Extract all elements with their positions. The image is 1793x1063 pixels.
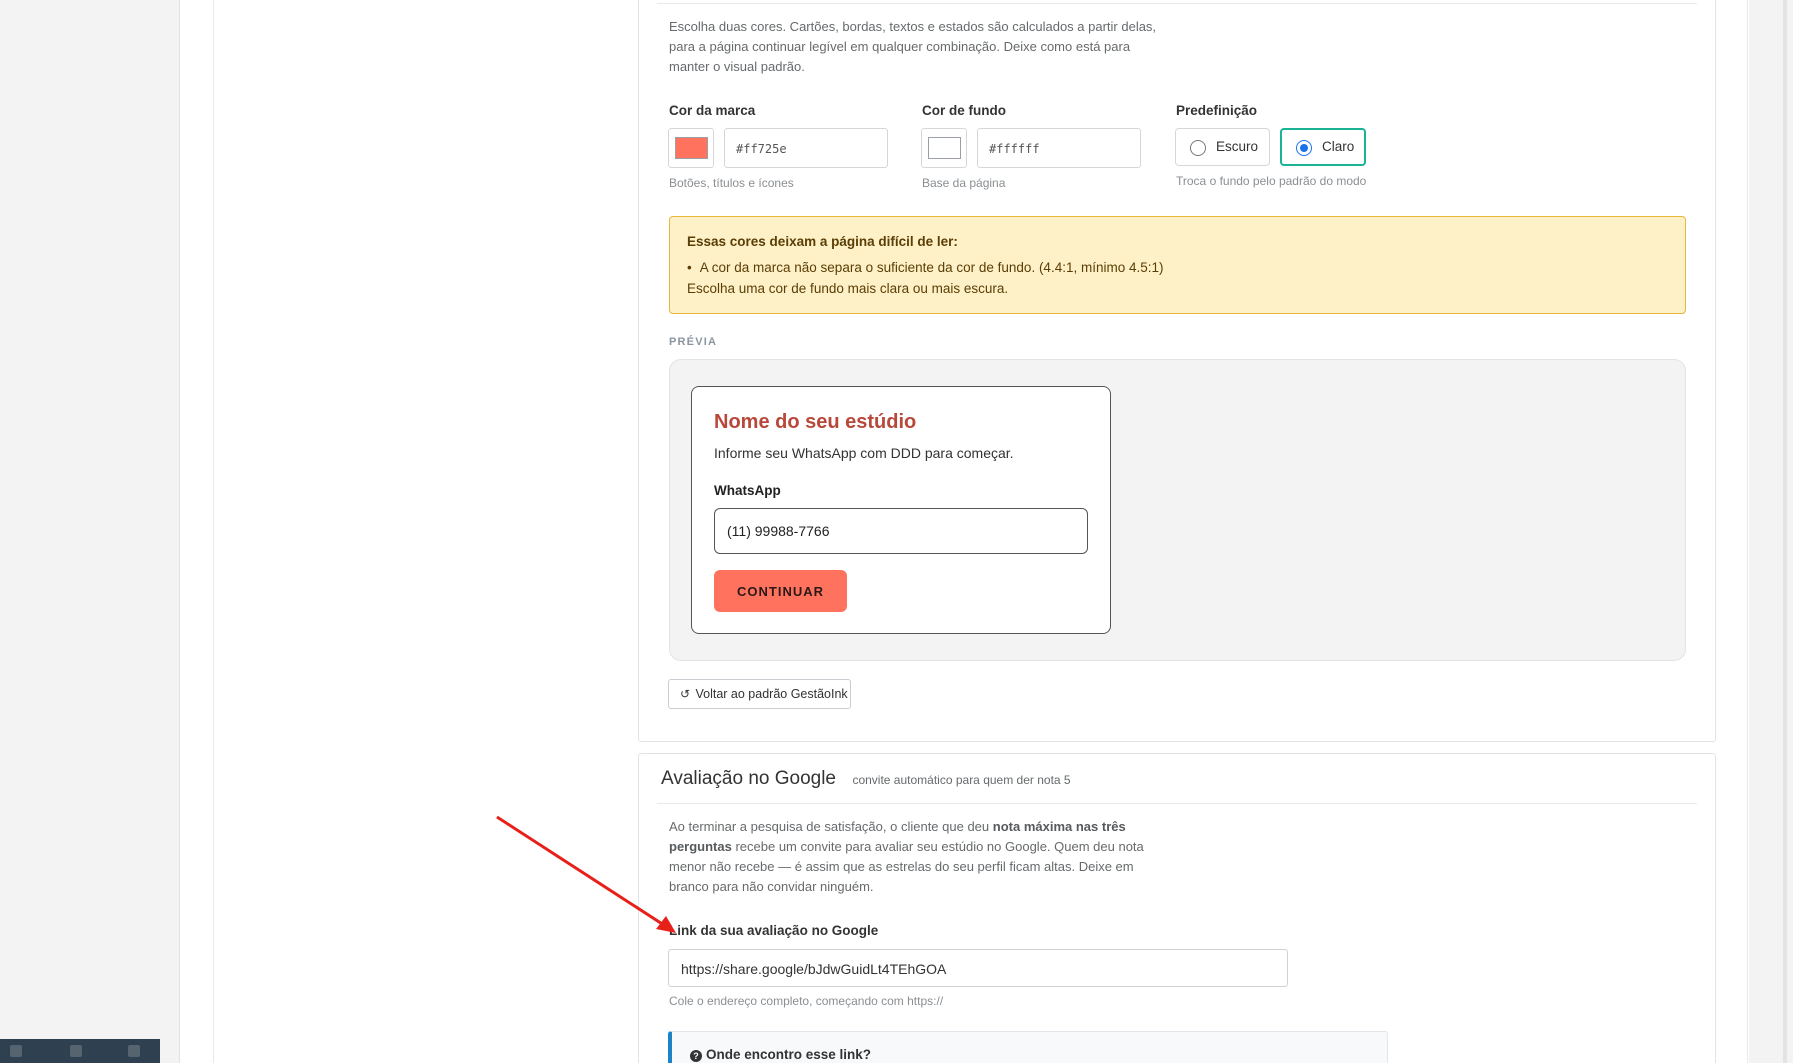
scrollbar[interactable]: [1783, 0, 1787, 1063]
preset-hint: Troca o fundo pelo padrão do modo: [1176, 174, 1367, 188]
logout-icon[interactable]: [128, 1045, 140, 1057]
preview-caption: PRÉVIA: [669, 336, 718, 348]
reset-theme-label: Voltar ao padrão GestãoInk: [695, 687, 848, 701]
preview-card-subtitle: Informe seu WhatsApp com DDD para começa…: [714, 445, 1014, 461]
background-color-hint: Base da página: [922, 176, 1006, 190]
google-link-label: Link da sua avaliação no Google: [669, 923, 879, 938]
google-review-subtitle: convite automático para quem der nota 5: [852, 773, 1071, 787]
google-review-header: Avaliação no Google convite automático p…: [661, 768, 1071, 790]
preview-card-title: Nome do seu estúdio: [714, 411, 917, 433]
radio-selected-icon: [1296, 140, 1312, 156]
google-review-panel: [638, 753, 1716, 1063]
google-review-description: Ao terminar a pesquisa de satisfação, o …: [669, 817, 1169, 897]
preview-continue-button: CONTINUAR: [714, 570, 847, 612]
google-review-title: Avaliação no Google: [661, 768, 836, 789]
preview-field-label: WhatsApp: [714, 483, 781, 498]
description-text: Ao terminar a pesquisa de satisfação, o …: [669, 819, 993, 834]
warning-list: A cor da marca não separa o suficiente d…: [687, 260, 1164, 275]
contrast-warning: Essas cores deixam a página difícil de l…: [669, 216, 1686, 314]
description-text: recebe um convite para avaliar seu estúd…: [669, 839, 1144, 894]
help-callout-label: Onde encontro esse link?: [706, 1047, 872, 1062]
panel-divider: [657, 803, 1697, 804]
brand-color-hex-input[interactable]: #ff725e: [724, 128, 888, 168]
preset-option-light-label: Claro: [1322, 139, 1355, 154]
preset-option-dark[interactable]: Escuro: [1175, 128, 1270, 166]
page-margin: [1749, 0, 1793, 1063]
left-sidebar-area: [0, 0, 180, 1063]
warning-fix-text: Escolha uma cor de fundo mais clara ou m…: [687, 281, 1009, 296]
preset-option-light[interactable]: Claro: [1280, 128, 1366, 166]
brand-color-hint: Botões, títulos e ícones: [669, 176, 794, 190]
question-circle-icon: ?: [690, 1050, 702, 1062]
theme-description: Escolha duas cores. Cartões, bordas, tex…: [669, 19, 1157, 74]
preset-option-dark-label: Escuro: [1216, 139, 1259, 154]
undo-icon: ↺: [680, 687, 691, 701]
warning-item: A cor da marca não separa o suficiente d…: [687, 260, 1164, 275]
help-callout[interactable]: ? Onde encontro esse link?: [668, 1031, 1388, 1063]
preview-card: Nome do seu estúdio Informe seu WhatsApp…: [691, 386, 1111, 634]
help-callout-title: ? Onde encontro esse link?: [690, 1047, 871, 1062]
home-icon[interactable]: [70, 1045, 82, 1057]
preview-whatsapp-field: (11) 99988-7766: [714, 508, 1088, 554]
reset-theme-button[interactable]: ↺ Voltar ao padrão GestãoInk: [668, 679, 851, 709]
background-color-picker[interactable]: [921, 128, 967, 168]
expand-icon[interactable]: [10, 1045, 22, 1057]
panel-divider: [657, 3, 1697, 4]
background-color-hex-input[interactable]: #ffffff: [977, 128, 1141, 168]
google-link-input[interactable]: https://share.google/bJdwGuidLt4TEhGOA: [668, 949, 1288, 987]
radio-icon: [1190, 140, 1206, 156]
google-link-hint: Cole o endereço completo, começando com …: [669, 994, 944, 1008]
brand-color-label: Cor da marca: [669, 103, 756, 118]
sidebar-footer-toolbar: [0, 1039, 160, 1063]
preset-label: Predefinição: [1176, 103, 1258, 118]
warning-title: Essas cores deixam a página difícil de l…: [687, 234, 958, 249]
background-color-swatch: [928, 137, 961, 159]
brand-color-picker[interactable]: [668, 128, 714, 168]
background-color-label: Cor de fundo: [922, 103, 1006, 118]
brand-color-swatch: [675, 137, 708, 159]
